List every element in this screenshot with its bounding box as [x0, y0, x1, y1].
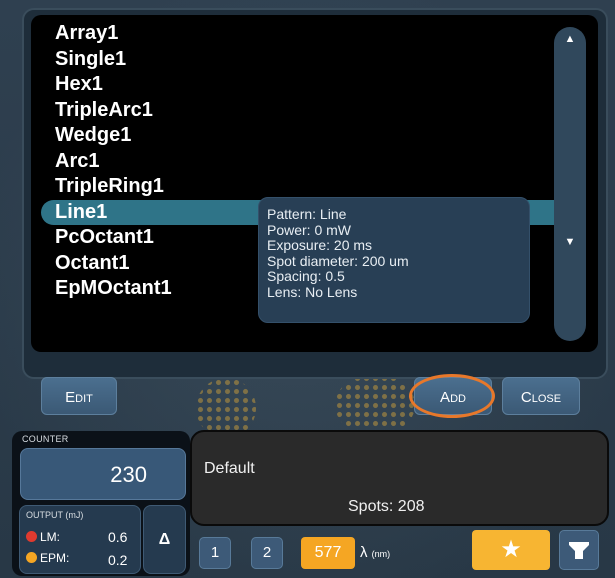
pattern-details-tooltip: Pattern: Line Power: 0 mW Exposure: 20 m… — [258, 197, 530, 323]
info-title: Default — [204, 460, 255, 477]
preset-2-button[interactable]: 2 — [251, 537, 283, 569]
scroll-up-icon[interactable]: ▲ — [554, 29, 586, 49]
tooltip-spot-diameter: Spot diameter: 200 um — [267, 252, 409, 269]
epm-label: EPM: — [40, 551, 70, 565]
output-lm-row: LM: — [26, 530, 60, 544]
preset-1-button[interactable]: 1 — [199, 537, 231, 569]
filter-button[interactable] — [559, 530, 599, 570]
tooltip-pattern: Pattern: Line — [267, 206, 347, 222]
pattern-list-item[interactable]: Array1 — [45, 21, 538, 47]
lambda-symbol: λ — [360, 544, 368, 561]
epm-indicator-icon — [26, 552, 37, 563]
pattern-list-item[interactable]: Single1 — [45, 47, 538, 73]
counter-value: 230 — [110, 462, 147, 487]
lm-label: LM: — [40, 530, 61, 544]
edit-button[interactable]: EDIT — [41, 377, 117, 415]
lambda-unit: (nm) — [371, 549, 391, 559]
output-display: OUTPUT (mJ) LM: 0.6 EPM: 0.2 — [19, 505, 141, 574]
filter-icon — [569, 542, 589, 559]
pattern-info-display: Default Spots: 208 — [190, 430, 609, 526]
counter-label: COUNTER — [22, 434, 69, 444]
output-label: OUTPUT (mJ) — [26, 510, 84, 520]
tooltip-spacing: Spacing: 0.5 — [267, 268, 345, 284]
lm-value: 0.6 — [108, 529, 128, 545]
pattern-list-scrollbar[interactable]: ▲ ▼ — [554, 27, 586, 341]
delta-button[interactable]: Δ — [143, 505, 186, 574]
lm-indicator-icon — [26, 531, 37, 542]
close-label-rest: LOSE — [531, 393, 562, 405]
pattern-list-item[interactable]: TripleRing1 — [45, 174, 538, 200]
edit-label-rest: DIT — [75, 393, 93, 405]
add-button-highlight — [409, 374, 495, 418]
pattern-list-item[interactable]: TripleArc1 — [45, 98, 538, 124]
close-label-initial: C — [520, 389, 532, 406]
close-button[interactable]: CLOSE — [502, 377, 580, 415]
tooltip-exposure: Exposure: 20 ms — [267, 237, 373, 253]
counter-display[interactable]: 230 — [20, 448, 186, 500]
wavelength-unit-label: λ (nm) — [360, 544, 390, 561]
tooltip-lens: Lens: No Lens — [267, 283, 358, 300]
pattern-list-item[interactable]: Arc1 — [45, 149, 538, 175]
info-spots: Spots: 208 — [348, 498, 425, 515]
scroll-down-icon[interactable]: ▼ — [554, 232, 586, 252]
spot-pattern-preview-right — [335, 374, 415, 436]
favorite-button[interactable]: ★ — [472, 530, 550, 570]
tooltip-power: Power: 0 mW — [267, 221, 352, 238]
star-icon: ★ — [500, 536, 522, 563]
pattern-list-item[interactable]: Wedge1 — [45, 123, 538, 149]
output-epm-row: EPM: — [26, 551, 69, 565]
pattern-list-item[interactable]: Hex1 — [45, 72, 538, 98]
wavelength-button[interactable]: 577 — [301, 537, 355, 569]
edit-label-initial: E — [65, 389, 76, 406]
spot-pattern-preview-left — [196, 378, 256, 438]
epm-value: 0.2 — [108, 552, 128, 568]
